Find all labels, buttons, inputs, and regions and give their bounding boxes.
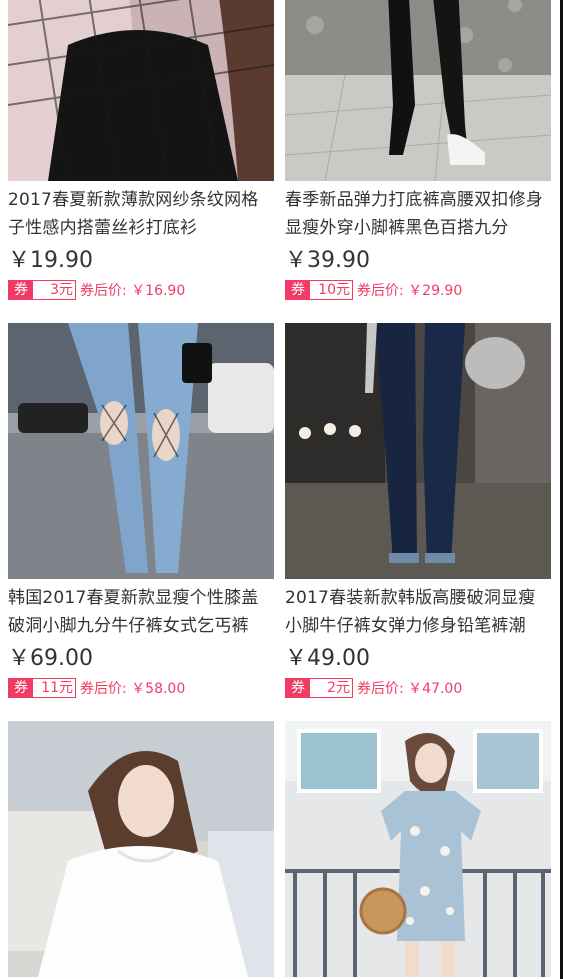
product-grid-page: 2017春夏新款薄款网纱条纹网格子性感内搭蕾丝衫打底衫 ￥19.90 券 3元 … bbox=[0, 0, 563, 979]
after-coupon-price: 券后价: ￥58.00 bbox=[80, 681, 186, 697]
dark-skinny-jeans-photo bbox=[285, 323, 551, 579]
coupon-amount: 11元 bbox=[41, 680, 73, 696]
coupon-row: 券 10元 券后价: ￥29.90 bbox=[285, 279, 551, 301]
coupon-badge[interactable]: 券 11元 bbox=[8, 678, 76, 698]
coupon-amount: 3元 bbox=[50, 282, 73, 298]
floral-romper-photo bbox=[285, 721, 551, 977]
product-card[interactable]: 韩国2017春夏新款显瘦个性膝盖破洞小脚九分牛仔裤女式乞丐裤 ￥69.00 券 … bbox=[8, 323, 274, 699]
product-title[interactable]: 韩国2017春夏新款显瘦个性膝盖破洞小脚九分牛仔裤女式乞丐裤 bbox=[8, 584, 274, 640]
product-price: ￥69.00 bbox=[8, 646, 93, 671]
product-card[interactable]: 2017春夏新款薄款网纱条纹网格子性感内搭蕾丝衫打底衫 ￥19.90 券 3元 … bbox=[8, 0, 274, 301]
product-card[interactable] bbox=[8, 721, 274, 977]
coupon-badge[interactable]: 券 2元 bbox=[285, 678, 353, 698]
product-card[interactable] bbox=[285, 721, 551, 977]
after-coupon-price: 券后价: ￥29.90 bbox=[357, 283, 463, 299]
coupon-tag: 券 bbox=[9, 281, 33, 299]
product-title[interactable]: 2017春夏新款薄款网纱条纹网格子性感内搭蕾丝衫打底衫 bbox=[8, 186, 274, 242]
product-image[interactable] bbox=[285, 721, 551, 977]
product-price: ￥49.00 bbox=[285, 646, 370, 671]
black-top-fishnet-photo bbox=[8, 0, 274, 181]
product-title[interactable]: 春季新品弹力打底裤高腰双扣修身显瘦外穿小脚裤黑色百搭九分 bbox=[285, 186, 551, 242]
coupon-row: 券 3元 券后价: ￥16.90 bbox=[8, 279, 274, 301]
coupon-badge[interactable]: 券 10元 bbox=[285, 280, 353, 300]
product-image[interactable] bbox=[8, 323, 274, 579]
white-tshirt-photo bbox=[8, 721, 274, 977]
after-coupon-price: 券后价: ￥16.90 bbox=[80, 283, 186, 299]
product-title[interactable]: 2017春装新款韩版高腰破洞显瘦小脚牛仔裤女弹力修身铅笔裤潮 bbox=[285, 584, 551, 640]
product-image[interactable] bbox=[285, 323, 551, 579]
coupon-tag: 券 bbox=[9, 679, 33, 697]
product-image[interactable] bbox=[8, 0, 274, 181]
product-card[interactable]: 春季新品弹力打底裤高腰双扣修身显瘦外穿小脚裤黑色百搭九分 ￥39.90 券 10… bbox=[285, 0, 551, 301]
coupon-badge[interactable]: 券 3元 bbox=[8, 280, 76, 300]
after-coupon-price: 券后价: ￥47.00 bbox=[357, 681, 463, 697]
product-price: ￥19.90 bbox=[8, 248, 93, 273]
black-leggings-photo bbox=[285, 0, 551, 181]
coupon-row: 券 11元 券后价: ￥58.00 bbox=[8, 677, 274, 699]
product-price: ￥39.90 bbox=[285, 248, 370, 273]
coupon-tag: 券 bbox=[286, 281, 310, 299]
coupon-amount: 10元 bbox=[318, 282, 350, 298]
product-image[interactable] bbox=[285, 0, 551, 181]
coupon-amount: 2元 bbox=[327, 680, 350, 696]
ripped-light-jeans-photo bbox=[8, 323, 274, 579]
product-image[interactable] bbox=[8, 721, 274, 977]
product-card[interactable]: 2017春装新款韩版高腰破洞显瘦小脚牛仔裤女弹力修身铅笔裤潮 ￥49.00 券 … bbox=[285, 323, 551, 699]
coupon-row: 券 2元 券后价: ￥47.00 bbox=[285, 677, 551, 699]
coupon-tag: 券 bbox=[286, 679, 310, 697]
